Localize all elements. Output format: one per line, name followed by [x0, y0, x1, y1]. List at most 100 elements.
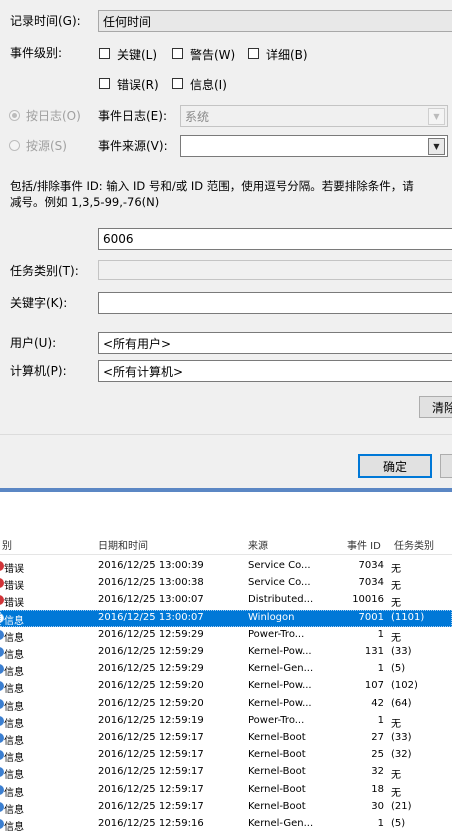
event-date: 2016/12/25 13:00:07 — [98, 594, 204, 606]
level-critical-label[interactable]: 关键(L) — [117, 46, 157, 63]
column-task-category[interactable]: 任务类别 — [394, 537, 434, 552]
level-warning-checkbox[interactable] — [172, 48, 183, 59]
event-source: Kernel-Gen... — [248, 663, 314, 675]
logged-label: 记录时间(G): — [10, 14, 81, 28]
event-logs-dropdown[interactable]: 系统 — [180, 105, 448, 127]
footer-divider — [0, 434, 452, 435]
user-value: <所有用户> — [103, 336, 172, 351]
by-source-label[interactable]: 按源(S) — [26, 137, 67, 154]
level-warning-label[interactable]: 警告(W) — [190, 46, 235, 63]
event-row[interactable]: 信息 2016/12/25 12:59:29 Power-Tro... 1 无 — [0, 627, 452, 644]
event-row[interactable]: 信息 2016/12/25 12:59:20 Kernel-Pow... 107 (10… — [0, 678, 452, 695]
event-level: 信息 — [4, 770, 24, 782]
event-task-category: (32) — [391, 749, 412, 761]
event-row[interactable]: 错误 2016/12/25 13:00:07 Distributed... 10016… — [0, 592, 452, 609]
level-info-label[interactable]: 信息(I) — [190, 76, 227, 93]
cancel-button[interactable] — [440, 454, 452, 478]
event-row[interactable]: 信息 2016/12/25 12:59:20 Kernel-Pow... 42 (64) — [0, 696, 452, 713]
event-row[interactable]: 错误 2016/12/25 13:00:39 Service Co... 7034 无 — [0, 558, 452, 575]
event-task-category: 无 — [391, 770, 401, 782]
event-row[interactable]: 信息 2016/12/25 12:59:17 Kernel-Boot 30 (21) — [0, 799, 452, 816]
event-task-category: (5) — [391, 818, 406, 829]
event-row[interactable]: 信息 2016/12/25 13:00:07 Winlogon 7001 (1101) — [0, 609, 452, 627]
event-source: Kernel-Boot — [248, 732, 306, 743]
event-row[interactable]: 信息 2016/12/25 12:59:17 Kernel-Boot 25 (32) — [0, 747, 452, 764]
task-category-dropdown[interactable] — [98, 260, 452, 280]
event-level: 信息 — [4, 736, 24, 747]
event-id: 131 — [364, 646, 384, 657]
event-row[interactable]: 信息 2016/12/25 12:59:17 Kernel-Boot 18 无 — [0, 782, 452, 799]
event-date: 2016/12/25 12:59:17 — [98, 749, 204, 761]
column-source[interactable]: 来源 — [248, 537, 268, 552]
clear-button[interactable]: 清除 — [419, 396, 452, 418]
event-row[interactable]: 信息 2016/12/25 12:59:29 Kernel-Pow... 131 (33… — [0, 644, 452, 661]
event-id: 1 — [377, 628, 384, 640]
logged-dropdown[interactable]: 任何时间 — [98, 10, 452, 32]
by-log-label[interactable]: 按日志(O) — [26, 107, 81, 124]
event-id: 32 — [371, 766, 384, 778]
event-source: Kernel-Boot — [248, 749, 306, 761]
event-date: 2016/12/25 12:59:19 — [98, 714, 204, 726]
event-date: 2016/12/25 13:00:39 — [98, 560, 204, 571]
computer-input[interactable]: <所有计算机> — [98, 360, 452, 382]
event-task-category: (1101) — [391, 611, 425, 623]
event-date: 2016/12/25 12:59:29 — [98, 646, 204, 657]
event-list-header: 别 日期和时间 来源 事件 ID 任务类别 — [0, 532, 452, 555]
level-verbose-checkbox[interactable] — [248, 48, 259, 59]
event-logs-chevron-down-icon[interactable]: ▼ — [428, 108, 445, 125]
event-task-category: 无 — [391, 598, 401, 610]
event-task-category: (33) — [391, 646, 412, 657]
event-id: 107 — [364, 680, 384, 692]
event-id: 7001 — [358, 611, 384, 623]
event-id-input[interactable]: 6006 — [98, 228, 452, 250]
column-date-time[interactable]: 日期和时间 — [98, 537, 148, 552]
event-task-category: (102) — [391, 680, 418, 692]
column-level[interactable]: 别 — [2, 537, 12, 552]
event-date: 2016/12/25 12:59:29 — [98, 628, 204, 640]
event-source: Winlogon — [248, 611, 295, 623]
event-row[interactable]: 信息 2016/12/25 12:59:17 Kernel-Boot 32 无 — [0, 764, 452, 781]
event-id: 30 — [371, 800, 384, 812]
event-task-category: (5) — [391, 663, 406, 675]
filter-dialog: 记录时间(G): 任何时间 事件级别: 关键(L) 警告(W) 详细(B) 错误… — [0, 0, 452, 492]
event-source: Service Co... — [248, 577, 311, 589]
column-event-id[interactable]: 事件 ID — [347, 537, 381, 552]
by-source-radio[interactable] — [9, 140, 20, 151]
event-row[interactable]: 错误 2016/12/25 13:00:38 Service Co... 7034 无 — [0, 575, 452, 592]
event-source: Distributed... — [248, 594, 314, 606]
computer-value: <所有计算机> — [103, 364, 184, 379]
level-info-checkbox[interactable] — [172, 78, 183, 89]
event-row[interactable]: 信息 2016/12/25 12:59:17 Kernel-Boot 27 (33) — [0, 730, 452, 747]
event-id: 7034 — [358, 560, 384, 571]
by-log-radio[interactable] — [9, 110, 20, 121]
user-input[interactable]: <所有用户> — [98, 332, 452, 354]
task-category-label: 任务类别(T): — [10, 264, 79, 278]
event-sources-chevron-down-icon[interactable]: ▼ — [428, 138, 445, 155]
event-source: Kernel-Pow... — [248, 646, 312, 657]
level-verbose-label[interactable]: 详细(B) — [266, 46, 308, 63]
event-task-category: (21) — [391, 800, 412, 812]
event-level: 信息 — [4, 684, 24, 696]
clear-button-label: 清除 — [432, 400, 452, 415]
level-error-checkbox[interactable] — [99, 78, 110, 89]
event-level: 错误 — [4, 581, 24, 593]
event-source: Kernel-Pow... — [248, 697, 312, 709]
event-row[interactable]: 信息 2016/12/25 12:59:19 Power-Tro... 1 无 — [0, 713, 452, 730]
event-task-category: 无 — [391, 787, 401, 799]
event-logs-value: 系统 — [185, 109, 210, 124]
event-sources-dropdown[interactable] — [180, 135, 448, 157]
event-date: 2016/12/25 12:59:20 — [98, 680, 204, 692]
keywords-input[interactable] — [98, 292, 452, 314]
event-source: Power-Tro... — [248, 628, 305, 640]
event-id: 1 — [377, 818, 384, 829]
event-id: 27 — [371, 732, 384, 743]
level-error-label[interactable]: 错误(R) — [117, 76, 159, 93]
event-id-description-example: 减号。例如 1,3,5-99,-76(N) — [10, 195, 160, 209]
ok-button[interactable]: 确定 — [358, 454, 432, 478]
event-row[interactable]: 信息 2016/12/25 12:59:29 Kernel-Gen... 1 (5) — [0, 661, 452, 678]
level-critical-checkbox[interactable] — [99, 48, 110, 59]
event-date: 2016/12/25 12:59:16 — [98, 818, 204, 829]
user-label: 用户(U): — [10, 336, 57, 350]
event-row[interactable]: 信息 2016/12/25 12:59:16 Kernel-Gen... 1 (5) — [0, 816, 452, 833]
event-level: 信息 — [4, 632, 24, 644]
